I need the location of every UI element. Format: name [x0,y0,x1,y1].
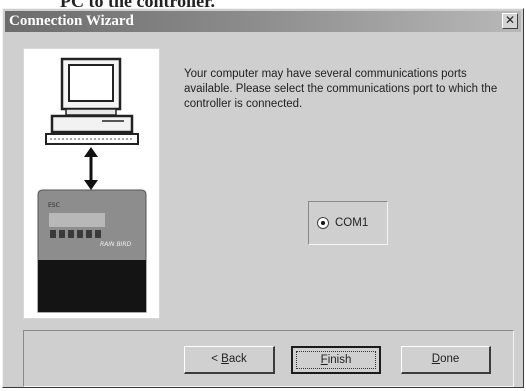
instruction-text: Your computer may have several communica… [184,68,498,110]
back-button-accelerator: B [221,353,229,365]
finish-button[interactable]: Finish [291,346,381,374]
back-button-label: ack [228,353,247,365]
page: PC to the controller. Connection Wizard … [0,0,526,391]
connection-illustration: ESC RAIN BIRD [23,48,160,319]
done-button[interactable]: Done [401,346,491,374]
com1-radio-label[interactable]: COM1 [335,217,368,229]
controller-brand-label: RAIN BIRD [100,241,131,248]
button-panel: < Back Finish Done [23,330,514,387]
finish-button-accelerator: F [320,354,328,366]
done-button-label: one [440,353,460,365]
radio-option-com1[interactable]: COM1 [317,215,368,231]
port-selection-group: COM1 [308,201,388,245]
computer-icon [45,57,139,145]
close-button[interactable]: ✕ [502,13,518,29]
controller-model-label: ESC [48,202,60,209]
dialog-title: Connection Wizard [9,13,134,29]
back-button[interactable]: < Back [184,346,275,374]
com1-radio-button[interactable] [317,217,329,229]
illustration-svg: ESC RAIN BIRD [37,57,147,313]
back-button-prefix: < [211,353,222,365]
finish-button-label: inish [327,354,352,366]
controller-icon: ESC RAIN BIRD [37,189,147,313]
title-bar[interactable]: Connection Wizard ✕ [5,11,521,32]
done-button-accelerator: D [431,353,441,365]
double-arrow-icon [84,147,98,190]
close-icon: ✕ [504,13,516,27]
connection-wizard-dialog: Connection Wizard ✕ ESC RAIN BIRD Your c… [2,8,524,388]
